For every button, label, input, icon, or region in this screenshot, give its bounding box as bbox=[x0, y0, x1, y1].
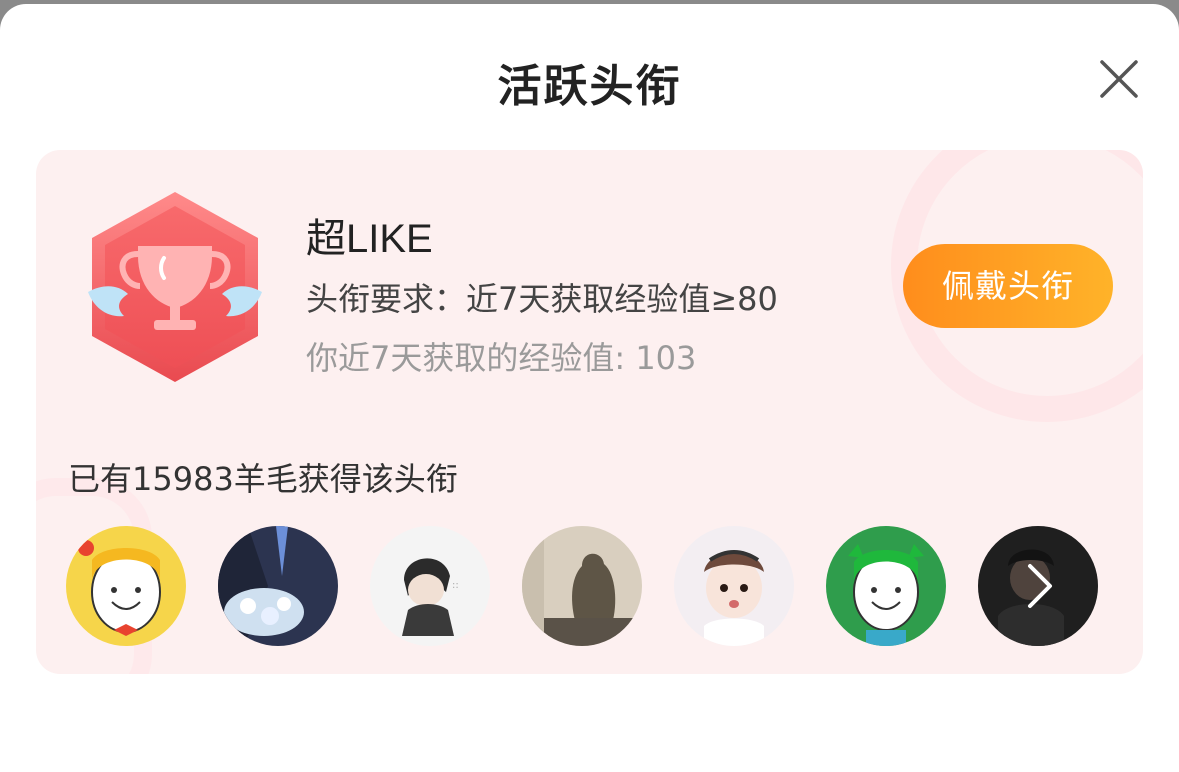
holder-avatar-list: :: bbox=[66, 526, 1126, 646]
holders-summary: 已有15983羊毛获得该头衔 bbox=[68, 460, 458, 498]
avatar[interactable] bbox=[66, 526, 186, 646]
avatar[interactable] bbox=[218, 526, 338, 646]
shadow-photo-avatar bbox=[522, 526, 642, 646]
svg-text:::: :: bbox=[452, 580, 459, 591]
cartoon-yellow-hair-avatar bbox=[66, 526, 186, 646]
sheet-title: 活跃头衔 bbox=[497, 61, 682, 112]
cartoon-green-hair-avatar bbox=[826, 526, 946, 646]
avatar[interactable] bbox=[674, 526, 794, 646]
more-holders-button[interactable] bbox=[978, 526, 1098, 646]
baby-photo-avatar bbox=[674, 526, 794, 646]
chevron-right-icon bbox=[1028, 564, 1052, 608]
wear-title-button[interactable]: 佩戴头衔 bbox=[903, 244, 1113, 328]
title-card: 超LIKE 头衔要求：近7天获取经验值≥80 你近7天获取的经验值: 103 佩… bbox=[36, 150, 1143, 674]
avatar[interactable] bbox=[522, 526, 642, 646]
title-sheet: 活跃头衔 超LIKE 头衔要求：近7天获取经验值≥80 你近7天获取的经验值: … bbox=[0, 4, 1179, 772]
anime-boy-avatar: :: bbox=[370, 526, 490, 646]
close-button[interactable] bbox=[1094, 54, 1144, 104]
badge-emblem bbox=[80, 188, 270, 388]
user-exp-value: 你近7天获取的经验值: 103 bbox=[306, 339, 697, 377]
avatar[interactable]: :: bbox=[370, 526, 490, 646]
close-icon bbox=[1100, 60, 1138, 98]
badge-requirement: 头衔要求：近7天获取经验值≥80 bbox=[306, 280, 778, 318]
avatar[interactable] bbox=[826, 526, 946, 646]
badge-name: 超LIKE bbox=[306, 217, 433, 261]
suit-bouquet-avatar bbox=[218, 526, 338, 646]
trophy-icon bbox=[88, 192, 262, 382]
